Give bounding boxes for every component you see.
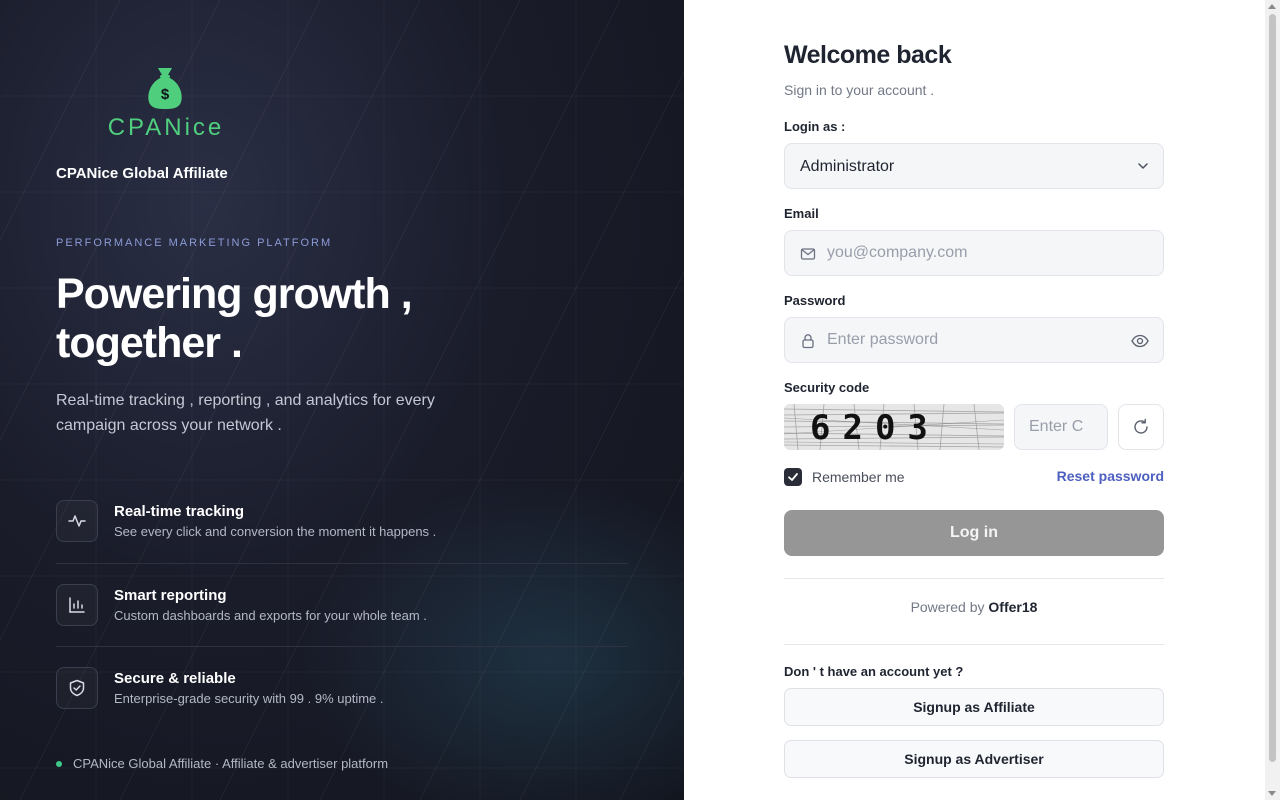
divider bbox=[784, 644, 1164, 645]
marketing-panel: $ CPANice CPANice Global Affiliate PERFO… bbox=[0, 0, 684, 800]
form-title: Welcome back bbox=[784, 41, 952, 69]
feature-title: Smart reporting bbox=[114, 587, 227, 604]
login-as-select[interactable]: Administrator bbox=[784, 143, 1164, 189]
captcha-refresh-button[interactable] bbox=[1118, 404, 1164, 450]
mail-icon bbox=[800, 248, 816, 260]
email-input[interactable] bbox=[827, 231, 1117, 275]
email-label: Email bbox=[784, 206, 819, 221]
status-dot-icon bbox=[56, 760, 62, 767]
hero-headline: Powering growth , together . bbox=[56, 270, 413, 368]
remember-label: Remember me bbox=[812, 469, 905, 485]
activity-icon bbox=[68, 515, 86, 527]
feature-title: Secure & reliable bbox=[114, 670, 236, 687]
remember-checkbox[interactable] bbox=[784, 468, 802, 486]
hero-kicker: PERFORMANCE MARKETING PLATFORM bbox=[56, 237, 333, 249]
logo-wordmark: CPANice bbox=[107, 114, 225, 141]
feature-icon-box bbox=[56, 500, 98, 542]
feature-description: Enterprise-grade security with 99 . 9% u… bbox=[114, 691, 384, 706]
svg-text:$: $ bbox=[161, 86, 170, 103]
powered-prefix: Powered by bbox=[910, 599, 985, 615]
feature-divider bbox=[56, 646, 628, 647]
left-footer: CPANice Global Affiliate · Affiliate & a… bbox=[56, 756, 388, 771]
headline-line: Powering growth , bbox=[56, 270, 413, 318]
headline-line: together . bbox=[56, 319, 243, 367]
lock-icon bbox=[802, 334, 814, 349]
feature-description: See every click and conversion the momen… bbox=[114, 524, 437, 539]
login-as-label: Login as : bbox=[784, 119, 846, 134]
feature-description: Custom dashboards and exports for your w… bbox=[114, 608, 427, 623]
password-input[interactable] bbox=[827, 318, 1117, 362]
login-button[interactable]: Log in bbox=[784, 510, 1164, 556]
remember-me[interactable]: Remember me bbox=[784, 468, 905, 486]
scroll-up-arrow-icon[interactable] bbox=[1268, 4, 1276, 9]
form-subtitle: Sign in to your account . bbox=[784, 82, 935, 98]
feature-icon-box bbox=[56, 667, 98, 709]
security-code-label: Security code bbox=[784, 380, 870, 395]
signup-advertiser-button[interactable]: Signup as Advertiser bbox=[784, 740, 1164, 778]
reset-password-link[interactable]: Reset password bbox=[1057, 468, 1164, 484]
feature-smart-reporting: Smart reporting Custom dashboards and ex… bbox=[56, 584, 628, 644]
money-bag-icon: $ bbox=[148, 68, 182, 109]
refresh-icon bbox=[1134, 418, 1148, 434]
signup-affiliate-button[interactable]: Signup as Affiliate bbox=[784, 688, 1164, 726]
eye-icon[interactable] bbox=[1131, 333, 1149, 349]
brand-name: CPANice Global Affiliate bbox=[56, 165, 228, 182]
email-field-wrapper bbox=[784, 230, 1164, 276]
login-panel: Welcome back Sign in to your account . L… bbox=[684, 0, 1280, 800]
page-scrollbar[interactable] bbox=[1265, 0, 1280, 800]
brand-logo: $ CPANice bbox=[95, 66, 237, 142]
password-field-wrapper bbox=[784, 317, 1164, 363]
scroll-thumb[interactable] bbox=[1269, 14, 1276, 762]
divider bbox=[784, 578, 1164, 579]
captcha-field-wrapper bbox=[1014, 404, 1108, 450]
no-account-text: Don ' t have an account yet ? bbox=[784, 664, 964, 679]
feature-icon-box bbox=[56, 584, 98, 626]
captcha-text: 6203 bbox=[810, 408, 940, 448]
bar-chart-icon bbox=[69, 597, 85, 613]
chevron-down-icon bbox=[1138, 163, 1148, 169]
password-label: Password bbox=[784, 293, 846, 308]
hero-subtitle: Real-time tracking , reporting , and ana… bbox=[56, 392, 435, 434]
feature-secure-reliable: Secure & reliable Enterprise-grade secur… bbox=[56, 667, 628, 727]
check-icon bbox=[788, 473, 798, 481]
shield-check-icon bbox=[69, 679, 85, 697]
powered-brand: Offer18 bbox=[988, 599, 1038, 615]
powered-by: Powered by Offer18 bbox=[784, 599, 1164, 615]
captcha-image: 6203 bbox=[784, 404, 1004, 450]
feature-title: Real-time tracking bbox=[114, 503, 245, 520]
scroll-down-arrow-icon[interactable] bbox=[1268, 791, 1276, 796]
captcha-input[interactable] bbox=[1029, 405, 1099, 449]
left-footer-text: CPANice Global Affiliate · Affiliate & a… bbox=[73, 756, 389, 771]
feature-realtime-tracking: Real-time tracking See every click and c… bbox=[56, 500, 628, 560]
login-as-value: Administrator bbox=[800, 158, 895, 175]
feature-divider bbox=[56, 563, 628, 564]
